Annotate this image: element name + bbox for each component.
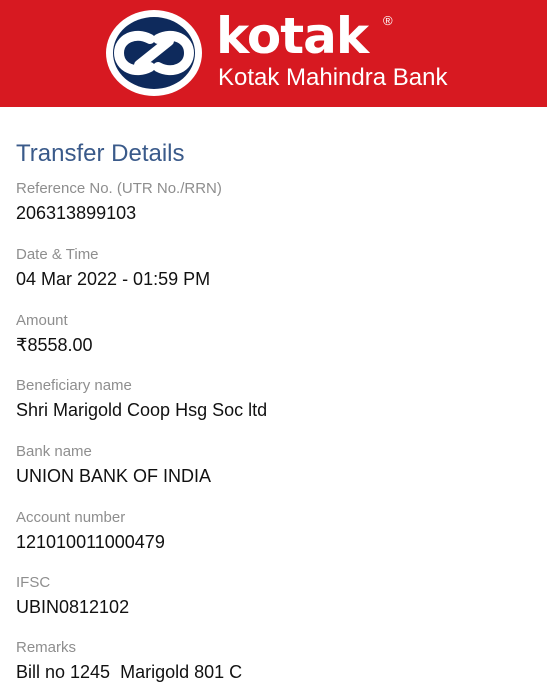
field-value: UNION BANK OF INDIA [16,466,212,486]
field-amount: Amount ₹8558.00 [16,312,536,356]
field-reference-number: Reference No. (UTR No./RRN) 206313899103 [16,180,536,224]
field-label: Account number [16,509,126,526]
field-value: Bill no 1245 Marigold 801 C [16,662,243,682]
kotak-infinity-logo-icon [106,10,202,96]
field-date-time: Date & Time 04 Mar 2022 - 01:59 PM [16,246,536,290]
field-label: Beneficiary name [16,377,132,394]
header-bar: kotak ® Kotak Mahindra Bank [0,0,547,107]
field-label: Date & Time [16,246,99,263]
registered-mark: ® [383,13,393,28]
field-label: Bank name [16,443,92,460]
field-label: Remarks [16,639,77,656]
field-label: IFSC [16,574,51,591]
field-value: Shri Marigold Coop Hsg Soc ltd [16,400,268,420]
section-title: Transfer Details [16,140,185,167]
field-value: ₹8558.00 [16,335,93,355]
field-bank-name: Bank name UNION BANK OF INDIA [16,443,536,487]
field-value: 121010011000479 [16,532,165,552]
field-remarks: Remarks Bill no 1245 Marigold 801 C [16,639,536,683]
field-beneficiary-name: Beneficiary name Shri Marigold Coop Hsg … [16,377,536,421]
field-value: 206313899103 [16,203,137,223]
field-value: UBIN0812102 [16,597,130,617]
field-label: Amount [16,312,68,329]
field-ifsc: IFSC UBIN0812102 [16,574,536,618]
field-value: 04 Mar 2022 - 01:59 PM [16,269,211,289]
field-label: Reference No. (UTR No./RRN) [16,180,222,197]
brand-wordmark: kotak [216,7,369,65]
bank-name-subtitle: Kotak Mahindra Bank [218,64,448,91]
field-account-number: Account number 121010011000479 [16,509,536,553]
